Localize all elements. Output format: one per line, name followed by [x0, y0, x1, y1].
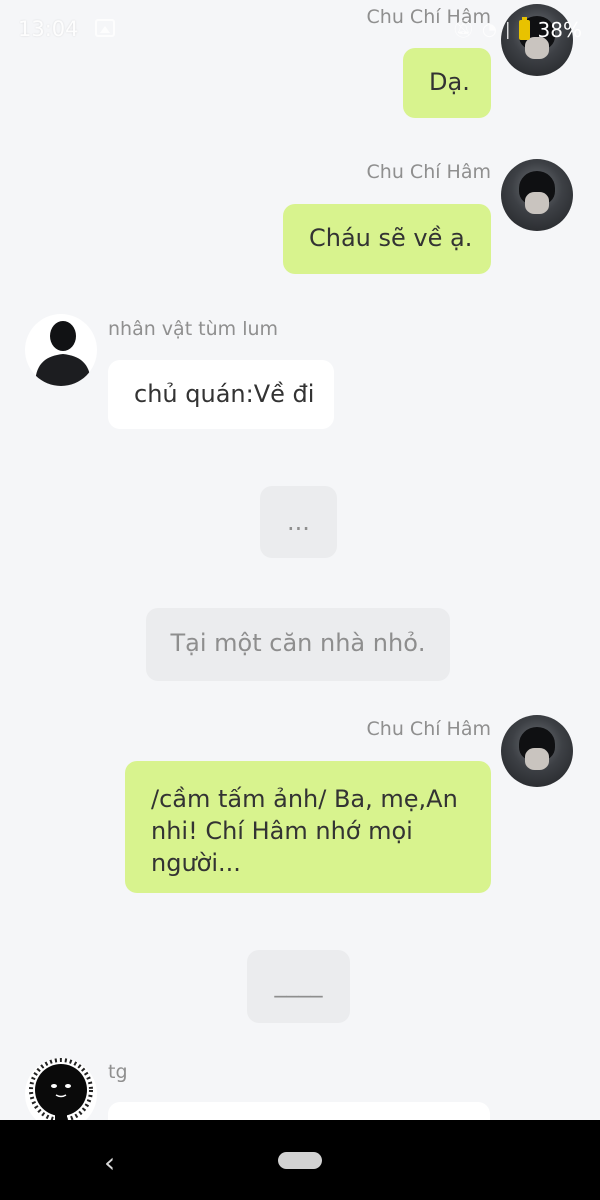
message-sender-name: Chu Chí Hâm: [366, 161, 491, 183]
status-bar: 13:04 🔕︎ ◔ | 38%: [0, 0, 600, 60]
status-right-icons: 🔕︎ ◔ | 38%: [452, 17, 582, 43]
back-icon[interactable]: ‹: [104, 1146, 115, 1179]
chat-screen: 13:04 🔕︎ ◔ | 38% Chu Chí Hâm Dạ. Chu Chí…: [0, 0, 600, 1200]
message-bubble[interactable]: Cháu sẽ về ạ.: [283, 204, 491, 274]
mute-icon: 🔕︎: [452, 20, 474, 40]
narration-bubble[interactable]: Tại một căn nhà nhỏ.: [146, 608, 450, 681]
message-bubble[interactable]: chủ quán:Về đi: [108, 360, 334, 429]
wifi-icon: ◔: [481, 20, 497, 40]
signal-icon: |: [504, 20, 511, 40]
message-bubble[interactable]: /cầm tấm ảnh/ Ba, mẹ,An nhi! Chí Hâm nhớ…: [125, 761, 491, 893]
person-silhouette-icon: [35, 321, 91, 386]
narration-bubble[interactable]: ...: [260, 486, 337, 558]
avatar[interactable]: [501, 715, 573, 787]
avatar[interactable]: [501, 159, 573, 231]
message-sender-name: tg: [108, 1061, 128, 1083]
status-time: 13:04: [18, 17, 79, 41]
gallery-icon: [95, 19, 115, 37]
narration-bubble[interactable]: ____: [247, 950, 350, 1023]
avatar[interactable]: [25, 314, 97, 386]
home-pill-button[interactable]: [278, 1152, 322, 1169]
system-navigation-bar: ‹: [0, 1120, 600, 1200]
battery-icon: [518, 17, 530, 40]
message-sender-name: Chu Chí Hâm: [366, 718, 491, 740]
message-sender-name: nhân vật tùm lum: [108, 318, 279, 340]
battery-percent: 38%: [537, 18, 582, 42]
